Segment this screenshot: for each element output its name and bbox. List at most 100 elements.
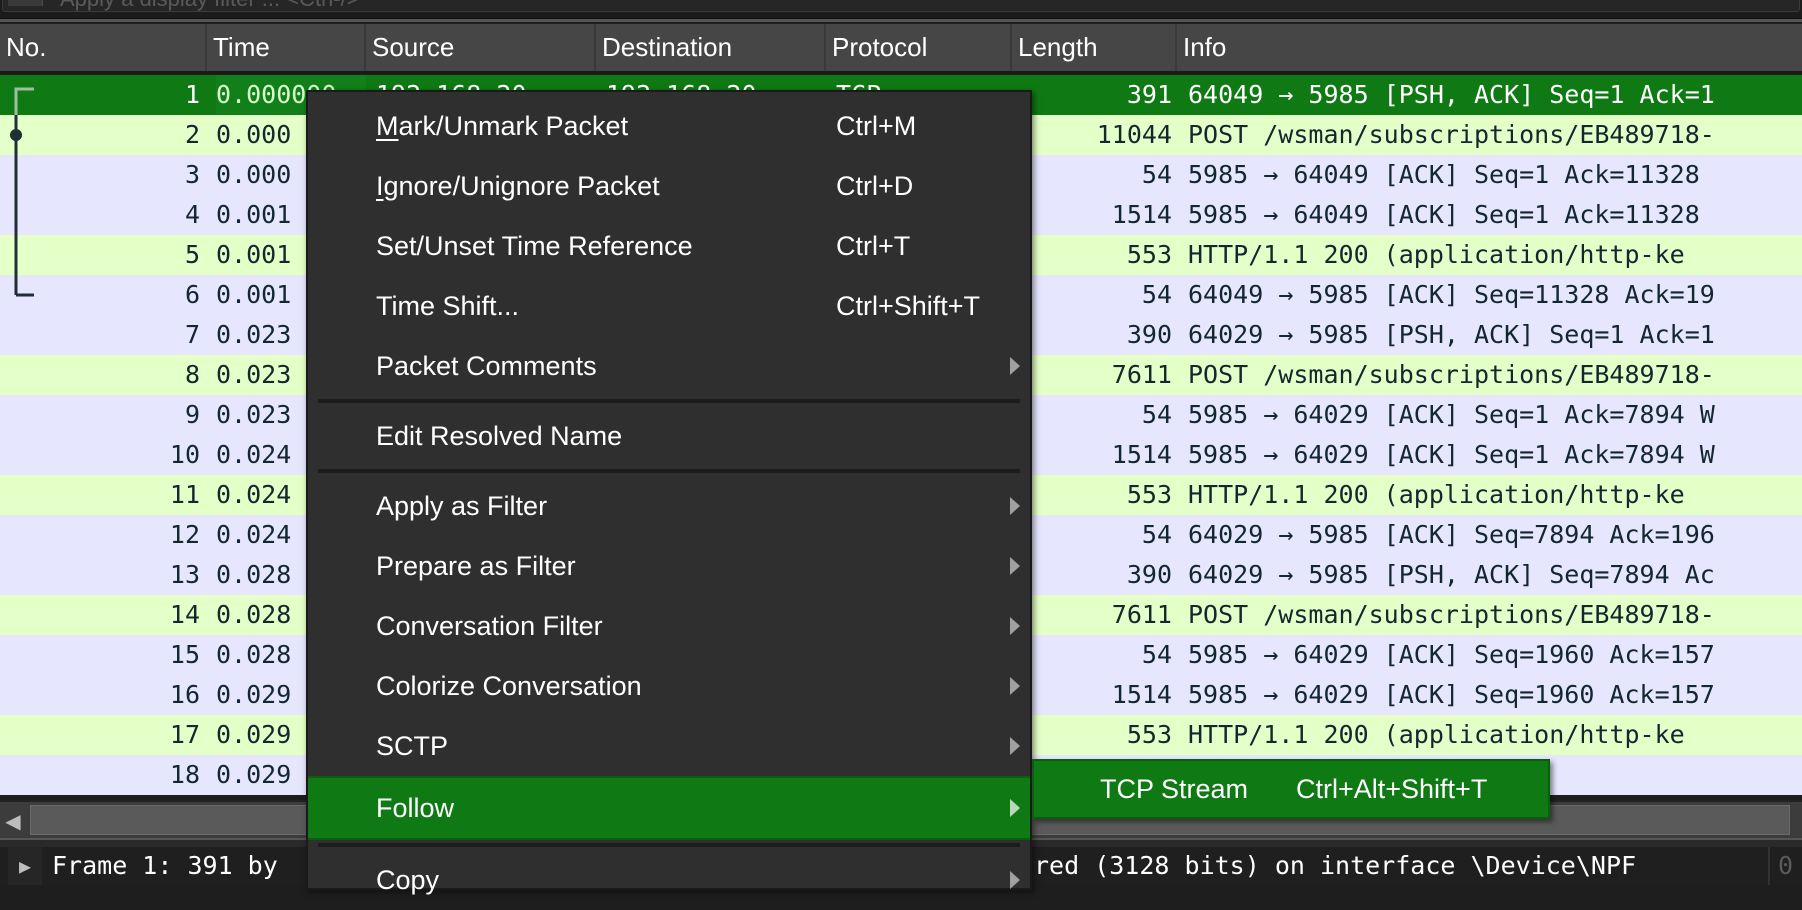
menu-item-apply-as-filter[interactable]: Apply as Filter (308, 476, 1030, 536)
menu-item-label: Colorize Conversation (376, 671, 642, 701)
cell-info: POST /wsman/subscriptions/EB489718- (1188, 600, 1715, 629)
cell-no: 12 (169, 520, 200, 549)
menu-item-edit-resolved-name[interactable]: Edit Resolved Name (308, 406, 1030, 466)
menu-item-shortcut: Ctrl+Alt+Shift+T (1296, 774, 1488, 804)
cell-length: 1514 (1111, 680, 1172, 709)
submenu-arrow-icon (1010, 557, 1020, 575)
cell-info: 5985 → 64029 [ACK] Seq=1 Ack=7894 W (1188, 400, 1715, 429)
menu-item-packet-comments[interactable]: Packet Comments (308, 336, 1030, 396)
cell-length: 390 (1126, 560, 1172, 589)
cell-info: HTTP/1.1 200 (application/http-ke (1188, 240, 1685, 269)
menu-item-label: Mark/Unmark Packet (376, 96, 628, 156)
cell-no: 15 (169, 640, 200, 669)
menu-item-time-shift[interactable]: Time Shift... Ctrl+Shift+T (308, 276, 1030, 336)
submenu-arrow-icon (1010, 871, 1020, 889)
menu-item-label: Packet Comments (376, 351, 597, 381)
menu-item-label: Edit Resolved Name (376, 421, 623, 451)
cell-info: 5985 → 64029 [ACK] Seq=1960 Ack=157 (1188, 640, 1715, 669)
menu-item-label: Follow (376, 793, 455, 823)
cell-length: 11044 (1096, 120, 1172, 149)
cell-length: 7611 (1111, 600, 1172, 629)
follow-submenu: TCP Stream Ctrl+Alt+Shift+T (1032, 759, 1550, 819)
menu-item-colorize-conversation[interactable]: Colorize Conversation (308, 656, 1030, 716)
cell-no: 8 (184, 360, 200, 389)
cell-length: 7611 (1111, 360, 1172, 389)
submenu-arrow-icon (1010, 617, 1020, 635)
menu-separator (318, 469, 1020, 473)
packet-context-menu: Mark/Unmark Packet Ctrl+M Ignore/Unignore … (306, 90, 1032, 895)
column-header-no[interactable]: No. (0, 24, 207, 71)
menu-item-label: TCP Stream (1100, 774, 1249, 804)
menu-item-label: Ignore/Unignore Packet (376, 156, 660, 216)
filter-bookmark-button[interactable] (8, 0, 43, 6)
cell-length: 553 (1126, 240, 1172, 269)
menu-item-ignore-unignore-packet[interactable]: Ignore/Unignore Packet Ctrl+D (308, 156, 1030, 216)
scroll-left-arrow-icon[interactable]: ◀ (0, 802, 26, 840)
display-filter-bar: Apply a display filter ... <Ctrl-/> (0, 0, 1802, 20)
cell-info: 5985 → 64049 [ACK] Seq=1 Ack=11328 (1188, 160, 1700, 189)
label-rest: ark/Unmark Packet (398, 111, 629, 141)
cell-no: 17 (169, 720, 200, 749)
column-header-protocol[interactable]: Protocol (826, 24, 1012, 71)
tree-current-dot (10, 129, 22, 141)
column-header-source[interactable]: Source (366, 24, 596, 71)
splitter[interactable] (0, 19, 1802, 22)
menu-separator (318, 843, 1020, 847)
frame-summary-left[interactable]: Frame 1: 391 by (52, 847, 278, 885)
cell-no: 13 (169, 560, 200, 589)
submenu-arrow-icon (1010, 737, 1020, 755)
mnemonic-letter: M (376, 111, 399, 141)
cell-info: 64029 → 5985 [ACK] Seq=7894 Ack=196 (1188, 520, 1715, 549)
menu-item-label: Set/Unset Time Reference (376, 231, 693, 261)
menu-item-prepare-as-filter[interactable]: Prepare as Filter (308, 536, 1030, 596)
cell-no: 10 (169, 440, 200, 469)
menu-item-shortcut: Ctrl+T (836, 231, 911, 261)
cell-length: 390 (1126, 320, 1172, 349)
cell-info: 5985 → 64029 [ACK] Seq=1 Ack=7894 W (1188, 440, 1715, 469)
column-header-time[interactable]: Time (207, 24, 366, 71)
cell-no: 11 (169, 480, 200, 509)
cell-info: HTTP/1.1 200 (application/http-ke (1188, 480, 1685, 509)
menu-item-conversation-filter[interactable]: Conversation Filter (308, 596, 1030, 656)
cell-length: 54 (1141, 640, 1172, 669)
menu-item-shortcut: Ctrl+M (836, 111, 917, 141)
menu-item-sctp[interactable]: SCTP (308, 716, 1030, 776)
expand-arrow-icon[interactable]: ▶ (8, 847, 42, 885)
cell-info: 5985 → 64049 [ACK] Seq=1 Ack=11328 (1188, 200, 1700, 229)
tree-start-bracket (14, 87, 34, 115)
cell-no: 18 (169, 760, 200, 789)
display-filter-placeholder: Apply a display filter ... <Ctrl-/> (60, 0, 360, 12)
cell-info: 64049 → 5985 [PSH, ACK] Seq=1 Ack=1 (1188, 80, 1715, 109)
cell-no: 7 (184, 320, 200, 349)
cell-length: 553 (1126, 480, 1172, 509)
packet-list-header: No. Time Source Destination Protocol Len… (0, 24, 1802, 74)
cell-length: 54 (1141, 520, 1172, 549)
mnemonic-letter: I (376, 171, 384, 201)
menu-item-shortcut: Ctrl+Shift+T (836, 291, 981, 321)
menu-item-label: Copy (376, 865, 440, 895)
submenu-arrow-icon (1010, 799, 1020, 817)
cell-info: 64029 → 5985 [PSH, ACK] Seq=7894 Ac (1188, 560, 1715, 589)
frame-summary-right[interactable]: red (3128 bits) on interface \Device\NPF (1034, 847, 1636, 885)
column-header-length[interactable]: Length (1012, 24, 1177, 71)
cell-info: POST /wsman/subscriptions/EB489718- (1188, 120, 1715, 149)
cell-length: 391 (1126, 80, 1172, 109)
bytes-pane-offset: 0 (1768, 847, 1793, 885)
menu-item-label: Conversation Filter (376, 611, 603, 641)
menu-item-copy[interactable]: Copy (308, 850, 1030, 910)
menu-item-label: SCTP (376, 731, 449, 761)
cell-info: 64049 → 5985 [ACK] Seq=11328 Ack=19 (1188, 280, 1715, 309)
menu-item-follow[interactable]: Follow (308, 776, 1030, 840)
cell-info: 5985 → 64029 [ACK] Seq=1960 Ack=157 (1188, 680, 1715, 709)
menu-item-mark-unmark-packet[interactable]: Mark/Unmark Packet Ctrl+M (308, 96, 1030, 156)
cell-length: 54 (1141, 400, 1172, 429)
column-header-info[interactable]: Info (1177, 24, 1802, 71)
menu-separator (318, 399, 1020, 403)
menu-item-shortcut: Ctrl+D (836, 171, 914, 201)
column-header-destination[interactable]: Destination (596, 24, 826, 71)
menu-item-label: Apply as Filter (376, 491, 548, 521)
cell-length: 54 (1141, 160, 1172, 189)
label-rest: gnore/Unignore Packet (383, 171, 660, 201)
menu-item-label: Time Shift... (376, 291, 520, 321)
menu-item-set-unset-time-reference[interactable]: Set/Unset Time Reference Ctrl+T (308, 216, 1030, 276)
